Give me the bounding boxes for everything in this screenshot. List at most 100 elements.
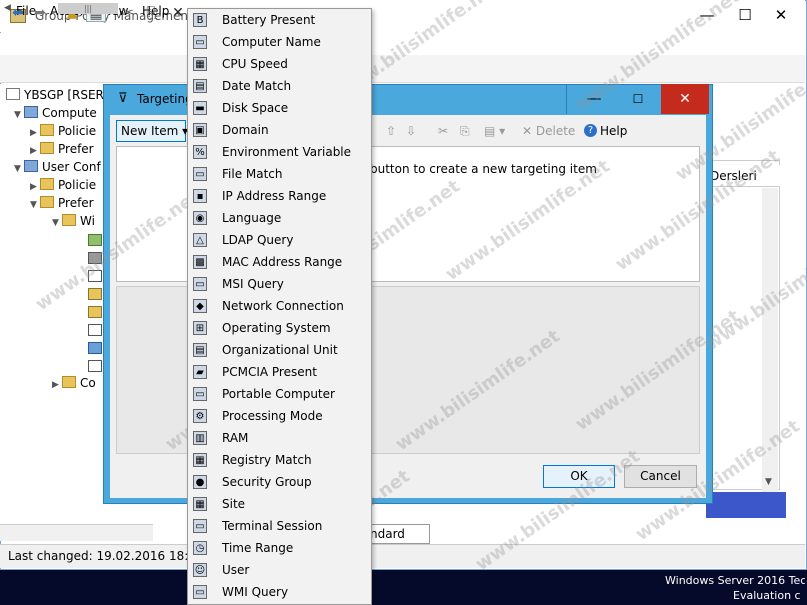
- forward-arrow-icon[interactable]: ➡: [30, 4, 50, 22]
- ok-button[interactable]: OK: [543, 465, 615, 488]
- menu-item-time-range[interactable]: ◷ Time Range: [188, 537, 370, 559]
- chevron-down-icon[interactable]: ▼: [52, 218, 62, 228]
- menu-item-file-match[interactable]: ▭ File Match: [188, 163, 370, 185]
- menu-item-label: RAM: [222, 431, 249, 445]
- minimize-button[interactable]: —: [692, 4, 722, 28]
- menu-item-computer-name[interactable]: ▭ Computer Name: [188, 31, 370, 53]
- scroll-thumb[interactable]: |||: [58, 3, 118, 14]
- menu-item-ldap-query[interactable]: △ LDAP Query: [188, 229, 370, 251]
- copy-icon[interactable]: ⎘: [142, 4, 162, 22]
- menu-item-security-group[interactable]: ● Security Group: [188, 471, 370, 493]
- tree-user-preferences[interactable]: ▼ Prefer: [30, 196, 94, 214]
- cut-icon[interactable]: ✂: [118, 4, 138, 22]
- dialog-title: Targeting: [137, 92, 193, 106]
- registry-icon[interactable]: [88, 342, 102, 354]
- tree-control-panel[interactable]: ▶ Co: [52, 376, 96, 394]
- menu-item-pcmcia-present[interactable]: ▰ PCMCIA Present: [188, 361, 370, 383]
- menu-item-msi-query[interactable]: ▭ MSI Query: [188, 273, 370, 295]
- new-item-button[interactable]: New Item ▾: [116, 120, 188, 142]
- chevron-right-icon[interactable]: ▶: [52, 380, 62, 390]
- menu-item-date-match[interactable]: ▤ Date Match: [188, 75, 370, 97]
- move-up-icon[interactable]: ⇧: [386, 124, 396, 138]
- details-vertical-scrollbar[interactable]: [762, 188, 778, 492]
- menu-item-disk-space[interactable]: ▬ Disk Space: [188, 97, 370, 119]
- menu-item-site[interactable]: ▦ Site: [188, 493, 370, 515]
- menu-item-user[interactable]: ☺ User: [188, 559, 370, 581]
- dialog-close-button[interactable]: ✕: [661, 84, 709, 114]
- cut-icon[interactable]: ✂: [438, 124, 448, 138]
- chevron-right-icon[interactable]: ▶: [30, 128, 40, 138]
- tree-root[interactable]: YBSGP [RSERV: [6, 88, 111, 106]
- tree-computer-policies[interactable]: ▶ Policie: [30, 124, 96, 142]
- help-icon[interactable]: ?: [584, 124, 597, 137]
- dialog-minimize-button[interactable]: —: [572, 86, 616, 112]
- menu-item-label: Organizational Unit: [222, 343, 338, 357]
- delete-icon[interactable]: ✕: [168, 4, 188, 22]
- tab-standard-label: ndard: [370, 527, 405, 541]
- menu-item-organizational-unit[interactable]: ▤ Organizational Unit: [188, 339, 370, 361]
- menu-item-battery-present[interactable]: B Battery Present: [188, 9, 370, 31]
- folder-icon: [62, 214, 76, 226]
- menu-item-operating-system[interactable]: ⊞ Operating System: [188, 317, 370, 339]
- tree-computer-config[interactable]: ▼ Compute: [14, 106, 97, 124]
- maximize-button[interactable]: ☐: [730, 4, 760, 28]
- delete-button[interactable]: ✕ Delete: [522, 124, 575, 138]
- menu-item-network-connection[interactable]: ◆ Network Connection: [188, 295, 370, 317]
- operating-system-icon: ⊞: [193, 321, 207, 335]
- menu-item-label: CPU Speed: [222, 57, 288, 71]
- folder-icon: [40, 196, 54, 208]
- chevron-down-icon[interactable]: ▼: [30, 200, 40, 210]
- menu-item-registry-match[interactable]: ▦ Registry Match: [188, 449, 370, 471]
- security-group-icon: ●: [193, 475, 207, 489]
- titlebar-divider: [566, 84, 567, 114]
- dialog-maximize-button[interactable]: ☐: [616, 86, 660, 112]
- menu-item-mac-address-range[interactable]: ▩ MAC Address Range: [188, 251, 370, 273]
- user-config-icon: [24, 160, 38, 172]
- tree-user-config[interactable]: ▼ User Conf: [14, 160, 101, 178]
- tree-computer-preferences[interactable]: ▶ Prefer: [30, 142, 94, 160]
- menu-item-ram[interactable]: ▥ RAM: [188, 427, 370, 449]
- chevron-down-icon[interactable]: ▼: [14, 164, 24, 174]
- language-icon: ◉: [193, 211, 207, 225]
- menu-item-domain[interactable]: ▣ Domain: [188, 119, 370, 141]
- close-button[interactable]: ✕: [766, 4, 796, 28]
- menu-item-cpu-speed[interactable]: ▦ CPU Speed: [188, 53, 370, 75]
- tree-user-policies[interactable]: ▶ Policie: [30, 178, 96, 196]
- files-icon[interactable]: [88, 288, 102, 300]
- menu-item-portable-computer[interactable]: ▭ Portable Computer: [188, 383, 370, 405]
- folder-icon: [62, 376, 76, 388]
- shortcuts-icon[interactable]: [88, 360, 102, 372]
- folder-icon: [40, 178, 54, 190]
- scroll-left-icon[interactable]: ◀: [4, 3, 11, 13]
- ip-address-range-icon: ▪: [193, 189, 207, 203]
- drive-maps-icon[interactable]: [88, 252, 102, 264]
- help-button[interactable]: Help: [600, 124, 627, 138]
- scroll-down-icon[interactable]: ▼: [765, 477, 772, 487]
- main-toolbar: [0, 55, 805, 83]
- environment-variable-icon: %: [193, 145, 207, 159]
- tree-windows-settings[interactable]: ▼ Wi: [52, 214, 95, 232]
- menu-item-environment-variable[interactable]: % Environment Variable: [188, 141, 370, 163]
- menu-item-ip-address-range[interactable]: ▪ IP Address Range: [188, 185, 370, 207]
- filter-icon: ⊽: [118, 91, 128, 106]
- paste-icon[interactable]: ▤ ▾: [484, 124, 505, 138]
- copy-icon[interactable]: ⎘: [460, 124, 470, 139]
- menu-item-processing-mode[interactable]: ⚙ Processing Mode: [188, 405, 370, 427]
- menu-item-terminal-session[interactable]: ▭ Terminal Session: [188, 515, 370, 537]
- applications-icon[interactable]: [88, 234, 102, 246]
- chevron-down-icon[interactable]: ▼: [14, 110, 24, 120]
- menu-item-wmi-query[interactable]: ▭ WMI Query: [188, 581, 370, 603]
- cancel-button[interactable]: Cancel: [624, 465, 697, 488]
- chevron-right-icon[interactable]: ▶: [30, 182, 40, 192]
- cpu-speed-icon: ▦: [193, 57, 207, 71]
- menu-item-label: Network Connection: [222, 299, 344, 313]
- tree-horizontal-scrollbar[interactable]: [0, 524, 153, 541]
- chevron-right-icon[interactable]: ▶: [30, 146, 40, 156]
- menu-item-language[interactable]: ◉ Language: [188, 207, 370, 229]
- ram-icon: ▥: [193, 431, 207, 445]
- ini-files-icon[interactable]: [88, 324, 102, 336]
- move-down-icon[interactable]: ⇩: [406, 124, 416, 138]
- back-arrow-icon[interactable]: ⬅: [8, 4, 28, 22]
- environment-icon[interactable]: [88, 270, 102, 282]
- folders-icon[interactable]: [88, 306, 102, 318]
